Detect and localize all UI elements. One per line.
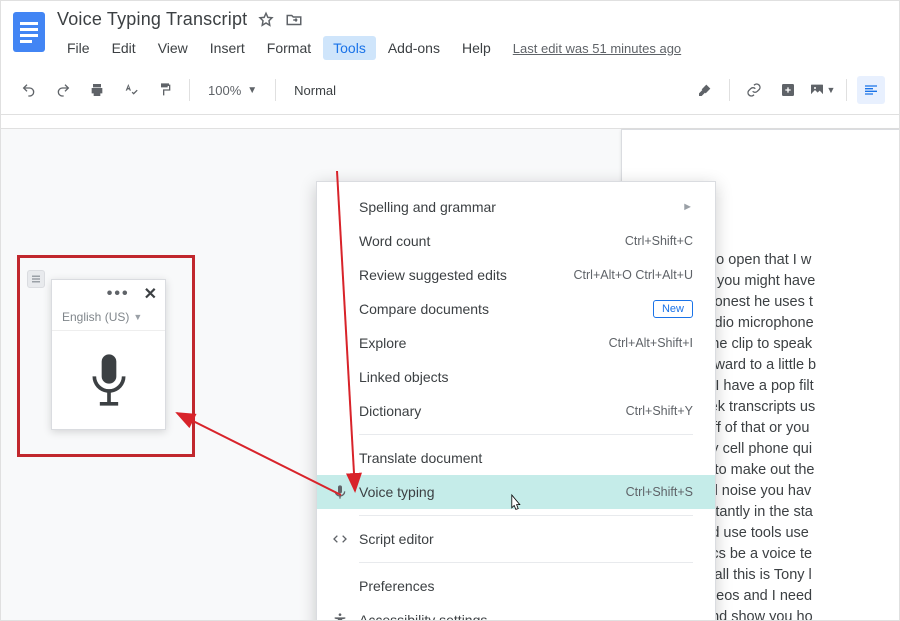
docs-app-icon[interactable]: [11, 9, 47, 55]
dd-explore[interactable]: Explore Ctrl+Alt+Shift+I: [317, 326, 715, 360]
dd-spelling-grammar[interactable]: Spelling and grammar ►: [317, 190, 715, 224]
menu-separator: [359, 562, 693, 563]
voice-widget-collapse-tab[interactable]: [27, 270, 45, 288]
print-button[interactable]: [83, 76, 111, 104]
menu-format[interactable]: Format: [257, 36, 321, 60]
highlight-button[interactable]: [691, 76, 719, 104]
last-edit-link[interactable]: Last edit was 51 minutes ago: [513, 41, 681, 56]
insert-link-button[interactable]: [740, 76, 768, 104]
undo-button[interactable]: [15, 76, 43, 104]
voice-mic-button[interactable]: [52, 331, 165, 429]
ruler: [1, 115, 899, 129]
add-comment-button[interactable]: [774, 76, 802, 104]
spellcheck-button[interactable]: [117, 76, 145, 104]
menu-help[interactable]: Help: [452, 36, 501, 60]
dd-word-count[interactable]: Word count Ctrl+Shift+C: [317, 224, 715, 258]
dd-accessibility[interactable]: Accessibility settings: [317, 603, 715, 621]
voice-typing-widget: ••• ✕ English (US)▼: [51, 279, 166, 430]
menu-tools[interactable]: Tools: [323, 36, 376, 60]
menu-edit[interactable]: Edit: [102, 36, 146, 60]
menu-addons[interactable]: Add-ons: [378, 36, 450, 60]
voice-widget-close-icon[interactable]: ✕: [144, 284, 157, 304]
menu-view[interactable]: View: [148, 36, 198, 60]
dd-linked-objects[interactable]: Linked objects: [317, 360, 715, 394]
dd-translate[interactable]: Translate document: [317, 441, 715, 475]
dd-script-editor[interactable]: Script editor: [317, 522, 715, 556]
tools-dropdown-menu: Spelling and grammar ► Word count Ctrl+S…: [316, 181, 716, 621]
document-title[interactable]: Voice Typing Transcript: [57, 9, 247, 30]
dd-review-edits[interactable]: Review suggested edits Ctrl+Alt+O Ctrl+A…: [317, 258, 715, 292]
dd-compare-documents[interactable]: Compare documents New: [317, 292, 715, 326]
dd-dictionary[interactable]: Dictionary Ctrl+Shift+Y: [317, 394, 715, 428]
align-left-button[interactable]: [857, 76, 885, 104]
dd-preferences[interactable]: Preferences: [317, 569, 715, 603]
accessibility-icon: [331, 611, 349, 621]
toolbar: 100%▼ Normal ▼: [1, 66, 899, 115]
voice-language-select[interactable]: English (US)▼: [52, 308, 165, 331]
insert-image-button[interactable]: ▼: [808, 76, 836, 104]
paint-format-button[interactable]: [151, 76, 179, 104]
redo-button[interactable]: [49, 76, 77, 104]
menu-separator: [359, 515, 693, 516]
paragraph-style-select[interactable]: Normal: [286, 83, 344, 98]
menubar: File Edit View Insert Format Tools Add-o…: [57, 36, 889, 60]
mic-icon: [331, 483, 349, 501]
menu-file[interactable]: File: [57, 36, 100, 60]
voice-widget-menu-icon[interactable]: •••: [107, 285, 130, 303]
new-badge: New: [653, 300, 693, 318]
code-icon: [331, 530, 349, 548]
dd-voice-typing[interactable]: Voice typing Ctrl+Shift+S: [317, 475, 715, 509]
menu-insert[interactable]: Insert: [200, 36, 255, 60]
star-icon[interactable]: [257, 11, 275, 29]
menu-separator: [359, 434, 693, 435]
zoom-select[interactable]: 100%▼: [200, 83, 265, 98]
move-folder-icon[interactable]: [285, 11, 303, 29]
chevron-right-icon: ►: [682, 201, 693, 213]
